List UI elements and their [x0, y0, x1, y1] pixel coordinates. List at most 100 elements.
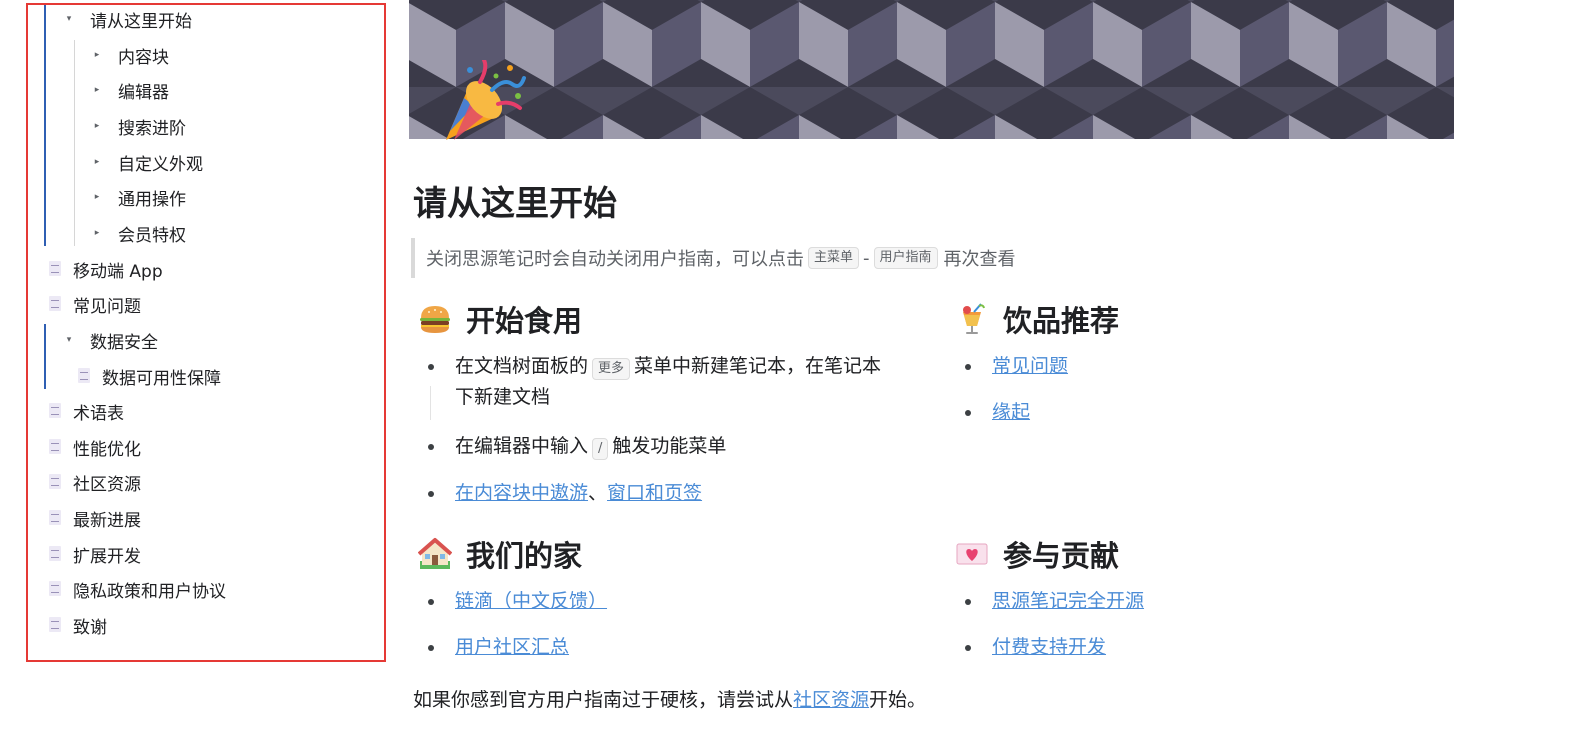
bullet-icon [428, 645, 434, 651]
list-item[interactable]: 付费支持开发 [965, 632, 1106, 663]
toggle-expanded-icon[interactable]: ▾ [62, 14, 76, 24]
bullet-icon [428, 599, 434, 605]
link-faq[interactable]: 常见问题 [992, 355, 1068, 377]
tree-item-latest-progress[interactable]: 最新进展 [28, 501, 384, 535]
list-item[interactable]: 常见问题 [965, 351, 1068, 382]
tree-item-data-security[interactable]: ▾ 数据安全 [28, 323, 384, 357]
tree-item-label: 移动端 App [73, 261, 163, 282]
bullet-icon [428, 444, 434, 450]
tree-item-faq[interactable]: 常见问题 [28, 287, 384, 321]
list-item-text: 在文档树面板的 [455, 355, 589, 377]
document-icon [48, 510, 62, 526]
heading-drinks[interactable]: 饮品推荐 [955, 298, 1119, 340]
tree-item-label: 数据安全 [90, 332, 158, 353]
tree-item-label: 常见问题 [73, 296, 141, 317]
bullet-icon [965, 645, 971, 651]
bullet-icon [965, 599, 971, 605]
document-cover-image[interactable] [409, 0, 1454, 139]
toggle-expanded-icon[interactable]: ▾ [62, 335, 76, 345]
link-content-blocks[interactable]: 在内容块中遨游 [455, 482, 588, 504]
tree-item-glossary[interactable]: 术语表 [28, 394, 384, 428]
link-user-communities[interactable]: 用户社区汇总 [455, 636, 569, 658]
toggle-collapsed-icon[interactable]: ▸ [90, 121, 104, 131]
list-item[interactable]: 在文档树面板的 更多 菜单中新建笔记本，在笔记本 下新建文档 [428, 351, 915, 420]
document-title[interactable]: 请从这里开始 [413, 176, 617, 225]
heading-home[interactable]: 我们的家 [418, 533, 582, 575]
list-item[interactable]: 用户社区汇总 [428, 632, 569, 663]
link-windows-tabs[interactable]: 窗口和页签 [607, 482, 702, 504]
paragraph-text: 如果你感到官方用户指南过于硬核，请尝试从 [413, 689, 794, 711]
main-menu-kbd: 主菜单 [808, 247, 860, 269]
tree-item-label: 术语表 [73, 403, 124, 424]
heading-text: 参与贡献 [1003, 539, 1120, 573]
quote-separator: - [863, 247, 870, 269]
toggle-collapsed-icon[interactable]: ▸ [90, 228, 104, 238]
tree-item-mobile-app[interactable]: 移动端 App [28, 252, 384, 286]
document-icon [48, 261, 62, 277]
list-item[interactable]: 在内容块中遨游、窗口和页签 [428, 478, 702, 509]
link-community-resources[interactable]: 社区资源 [793, 689, 869, 711]
document-icon [48, 439, 62, 455]
tree-item-editor[interactable]: ▸ 编辑器 [28, 73, 384, 107]
toggle-collapsed-icon[interactable]: ▸ [90, 85, 104, 95]
link-origin[interactable]: 缘起 [992, 401, 1030, 423]
doc-tree-panel: ▾ 请从这里开始 ▸ 内容块 ▸ 编辑器 ▸ 搜索进阶 ▸ 自定义外观 ▸ 通用… [26, 3, 386, 662]
list-item-text: 触发功能菜单 [612, 435, 727, 457]
heading-text: 开始食用 [466, 304, 583, 338]
list-separator: 、 [588, 482, 608, 504]
heading-start[interactable]: 开始食用 [418, 298, 582, 340]
tree-item-performance[interactable]: 性能优化 [28, 430, 384, 464]
bullet-icon [428, 364, 434, 370]
love-letter-icon [956, 543, 988, 565]
tree-item-label: 隐私政策和用户协议 [73, 581, 226, 602]
tree-item-label: 会员特权 [118, 225, 186, 246]
tree-item-general-operations[interactable]: ▸ 通用操作 [28, 180, 384, 214]
list-item[interactable]: 思源笔记完全开源 [965, 586, 1144, 617]
link-ld246[interactable]: 链滴（中文反馈） [455, 590, 607, 612]
tree-item-acknowledgements[interactable]: 致谢 [28, 608, 384, 642]
list-item-text: 在编辑器中输入 [455, 435, 589, 457]
tree-item-label: 数据可用性保障 [102, 368, 221, 389]
footer-paragraph[interactable]: 如果你感到官方用户指南过于硬核，请尝试从社区资源开始。 [413, 685, 926, 712]
toggle-collapsed-icon[interactable]: ▸ [90, 50, 104, 60]
tree-item-label: 搜索进阶 [118, 118, 186, 139]
tree-item-custom-appearance[interactable]: ▸ 自定义外观 [28, 145, 384, 179]
quote-text: 关闭思源笔记时会自动关闭用户指南，可以点击 [426, 249, 804, 270]
list-guide-line [430, 386, 431, 420]
tree-item-start-here[interactable]: ▾ 请从这里开始 [28, 2, 384, 36]
tree-item-advanced-search[interactable]: ▸ 搜索进阶 [28, 109, 384, 143]
toggle-collapsed-icon[interactable]: ▸ [90, 157, 104, 167]
paragraph-text: 开始。 [869, 689, 927, 711]
list-item[interactable]: 缘起 [965, 397, 1030, 428]
tree-item-privacy-policy[interactable]: 隐私政策和用户协议 [28, 572, 384, 606]
document-icon [48, 296, 62, 312]
hamburger-icon [420, 306, 450, 333]
tree-item-label: 请从这里开始 [90, 11, 192, 32]
document-icon [77, 368, 91, 384]
list-item-text: 菜单中新建笔记本，在笔记本 [634, 355, 882, 377]
document-icon [48, 474, 62, 490]
info-blockquote[interactable]: 关闭思源笔记时会自动关闭用户指南，可以点击 主菜单 - 用户指南 再次查看 [411, 238, 1016, 278]
toggle-collapsed-icon[interactable]: ▸ [90, 192, 104, 202]
tree-item-content-blocks[interactable]: ▸ 内容块 [28, 38, 384, 72]
tree-item-extension-dev[interactable]: 扩展开发 [28, 537, 384, 571]
tree-item-label: 性能优化 [73, 439, 141, 460]
tree-item-member-privileges[interactable]: ▸ 会员特权 [28, 216, 384, 250]
tree-item-label: 编辑器 [118, 82, 169, 103]
list-item[interactable]: 链滴（中文反馈） [428, 586, 607, 617]
bullet-icon [965, 410, 971, 416]
more-kbd: 更多 [592, 358, 631, 380]
list-item[interactable]: 在编辑器中输入 / 触发功能菜单 [428, 431, 727, 462]
tree-item-community[interactable]: 社区资源 [28, 465, 384, 499]
document-icon [48, 403, 62, 419]
tree-item-label: 社区资源 [73, 474, 141, 495]
heading-text: 饮品推荐 [1003, 304, 1120, 338]
tree-item-data-availability[interactable]: 数据可用性保障 [28, 359, 384, 393]
link-open-source[interactable]: 思源笔记完全开源 [992, 590, 1144, 612]
heading-text: 我们的家 [466, 539, 583, 573]
party-popper-icon[interactable] [440, 60, 526, 150]
heading-contribute[interactable]: 参与贡献 [955, 533, 1119, 575]
link-sponsor[interactable]: 付费支持开发 [992, 636, 1106, 658]
user-guide-kbd: 用户指南 [873, 247, 938, 269]
tree-item-label: 自定义外观 [118, 154, 203, 175]
